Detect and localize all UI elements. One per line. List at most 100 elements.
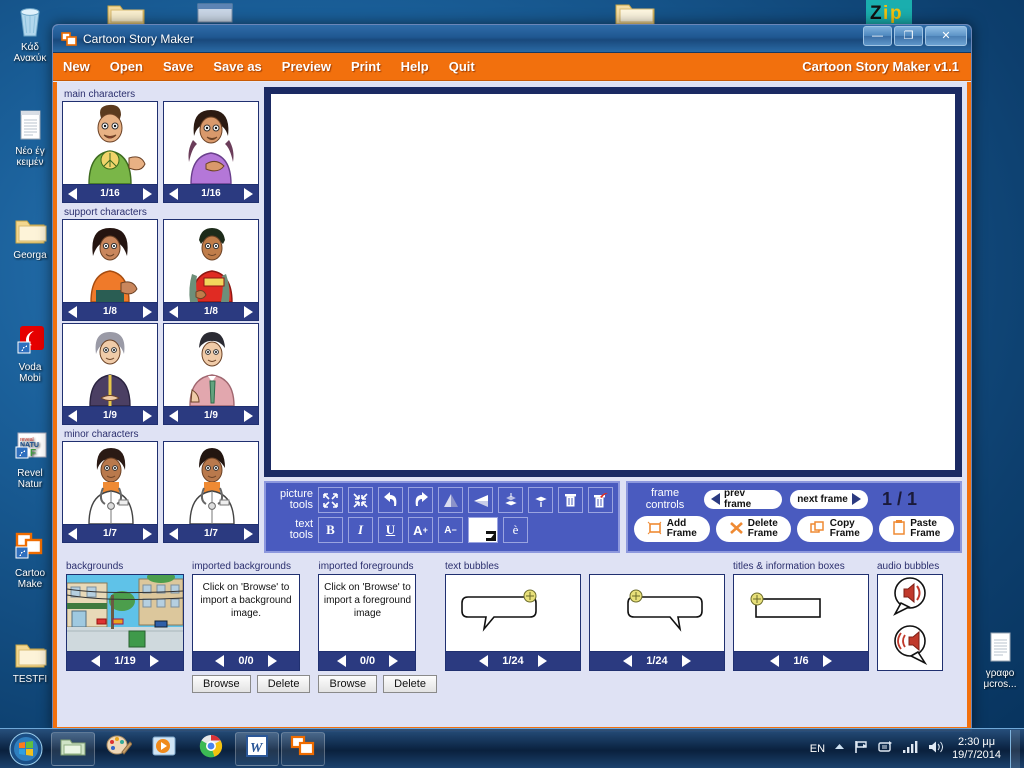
imported-backgrounds-nav[interactable]: 0/0 [192,652,300,671]
taskbar-chrome[interactable] [189,732,233,766]
support-character-3-thumb[interactable] [62,323,158,407]
italic-button[interactable]: I [348,517,373,543]
redo-icon[interactable] [408,487,433,513]
text-bubble-right-nav[interactable]: 1/24 [589,652,725,671]
window-titlebar[interactable]: Cartoon Story Maker — ❐ ✕ [53,25,971,53]
flip-horizontal-icon[interactable] [438,487,463,513]
enlarge-icon[interactable] [318,487,343,513]
title-box-thumb[interactable] [733,574,869,652]
next-arrow-icon[interactable] [244,528,253,540]
main-character-1[interactable]: 1/16 [62,101,158,203]
taskbar-explorer[interactable] [51,732,95,766]
prev-arrow-icon[interactable] [68,528,77,540]
support-character-1-nav[interactable]: 1/8 [62,303,158,321]
next-arrow-icon[interactable] [244,306,253,318]
next-arrow-icon[interactable] [143,528,152,540]
desktop-icon-cartoon-story-maker[interactable]: CartooMake [2,530,58,590]
maximize-button[interactable]: ❐ [894,26,923,46]
clock[interactable]: 2:30 μμ 19/7/2014 [952,736,1001,762]
prev-arrow-icon[interactable] [68,188,77,200]
desktop-icon-reveal-nature[interactable]: revealNATUAF RevelNatur [2,430,58,490]
network-icon[interactable] [878,740,893,757]
menu-item-print[interactable]: Print [341,59,391,74]
desktop-icon-micros-document[interactable]: γραφομcros... [972,630,1024,690]
menu-item-save-as[interactable]: Save as [203,59,271,74]
close-button[interactable]: ✕ [925,26,967,46]
next-frame-button[interactable]: next frame [790,490,868,509]
audio-bubble-thought-icon[interactable] [887,623,933,670]
delete-background-button[interactable]: Delete [257,675,311,693]
imported-foreground-thumb[interactable]: Click on 'Browse' to import a foreground… [318,574,416,652]
support-character-2-nav[interactable]: 1/8 [163,303,259,321]
delete-item-icon[interactable] [558,487,583,513]
prev-arrow-icon[interactable] [215,655,224,667]
delete-foreground-button[interactable]: Delete [383,675,437,693]
prev-arrow-icon[interactable] [337,655,346,667]
minor-character-1-nav[interactable]: 1/7 [62,525,158,543]
backgrounds-nav[interactable]: 1/19 [66,652,184,671]
next-arrow-icon[interactable] [143,410,152,422]
show-desktop-button[interactable] [1010,730,1020,768]
support-character-3[interactable]: 1/9 [62,323,158,425]
taskbar-word[interactable]: W [235,732,279,766]
support-character-2[interactable]: 1/8 [163,219,259,321]
main-character-2-thumb[interactable] [163,101,259,185]
undo-icon[interactable] [378,487,403,513]
prev-arrow-icon[interactable] [770,655,779,667]
support-character-4-thumb[interactable] [163,323,259,407]
prev-arrow-icon[interactable] [169,528,178,540]
support-character-2-thumb[interactable] [163,219,259,303]
background-thumb[interactable] [66,574,184,652]
prev-arrow-icon[interactable] [169,306,178,318]
next-arrow-icon[interactable] [268,655,277,667]
start-button[interactable] [2,731,50,767]
audio-bubbles-thumb[interactable] [877,574,943,671]
next-arrow-icon[interactable] [538,655,547,667]
desktop-icon-text-document[interactable]: Νέο έγκειμέν [2,108,58,168]
signal-icon[interactable] [902,740,918,757]
next-arrow-icon[interactable] [682,655,691,667]
bring-forward-icon[interactable] [528,487,553,513]
next-arrow-icon[interactable] [389,655,398,667]
imported-foregrounds-nav[interactable]: 0/0 [318,652,416,671]
volume-icon[interactable] [927,740,943,757]
prev-arrow-icon[interactable] [68,306,77,318]
minor-character-1[interactable]: 1/7 [62,441,158,543]
desktop-icon-testfi[interactable]: TESTFI [2,636,58,685]
decrease-font-button[interactable]: A− [438,517,463,543]
browse-background-button[interactable]: Browse [192,675,251,693]
flag-action-center-icon[interactable] [854,740,869,757]
prev-arrow-icon[interactable] [91,655,100,667]
main-character-2[interactable]: 1/16 [163,101,259,203]
prev-frame-button[interactable]: prev frame [704,490,782,509]
text-bubble-left-nav[interactable]: 1/24 [445,652,581,671]
paste-frame-button[interactable]: PasteFrame [879,516,955,542]
prev-arrow-icon[interactable] [68,410,77,422]
support-character-4-nav[interactable]: 1/9 [163,407,259,425]
text-color-button[interactable] [468,517,498,543]
imported-background-thumb[interactable]: Click on 'Browse' to import a background… [192,574,300,652]
menu-item-quit[interactable]: Quit [439,59,485,74]
prev-arrow-icon[interactable] [169,410,178,422]
add-frame-button[interactable]: AddFrame [634,516,710,542]
support-character-3-nav[interactable]: 1/9 [62,407,158,425]
next-arrow-icon[interactable] [143,306,152,318]
titles-boxes-nav[interactable]: 1/6 [733,652,869,671]
show-hidden-icons[interactable] [834,742,845,756]
increase-font-button[interactable]: A+ [408,517,433,543]
next-arrow-icon[interactable] [244,188,253,200]
delete-all-icon[interactable] [588,487,613,513]
menu-item-new[interactable]: New [53,59,100,74]
text-bubble-right-thumb[interactable] [589,574,725,652]
main-character-2-nav[interactable]: 1/16 [163,185,259,203]
desktop-icon-folder-georgia[interactable]: Georga [2,212,58,261]
minimize-button[interactable]: — [863,26,892,46]
send-backward-icon[interactable] [498,487,523,513]
minor-character-2-thumb[interactable] [163,441,259,525]
prev-arrow-icon[interactable] [169,188,178,200]
support-character-1-thumb[interactable] [62,219,158,303]
accent-character-button[interactable]: è [503,517,528,543]
next-arrow-icon[interactable] [143,188,152,200]
prev-arrow-icon[interactable] [479,655,488,667]
frame-canvas[interactable] [264,87,962,477]
